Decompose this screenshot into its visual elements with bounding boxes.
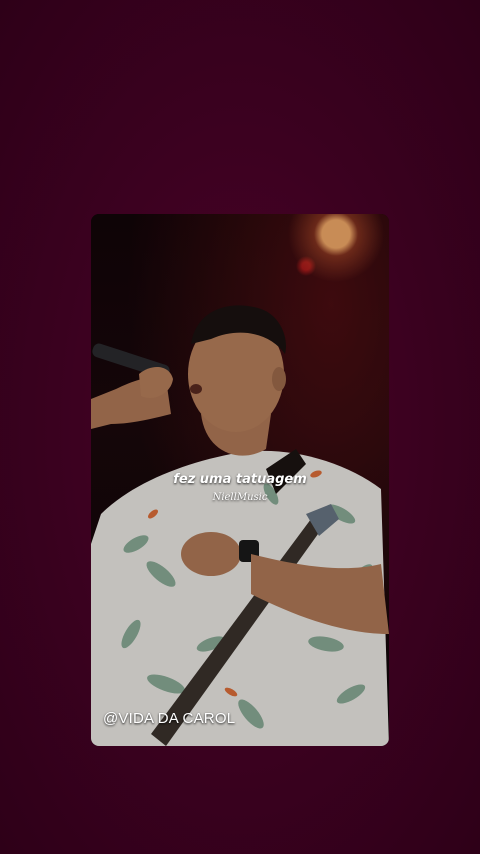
story-media-card[interactable]: fez uma tatuagem NiellMusic @VIDA DA CAR… <box>91 214 389 746</box>
watermark-text: @VIDA DA CAROL <box>103 710 236 727</box>
artist-credit: NiellMusic <box>212 492 268 503</box>
lyric-text: fez uma tatuagem <box>173 472 307 487</box>
